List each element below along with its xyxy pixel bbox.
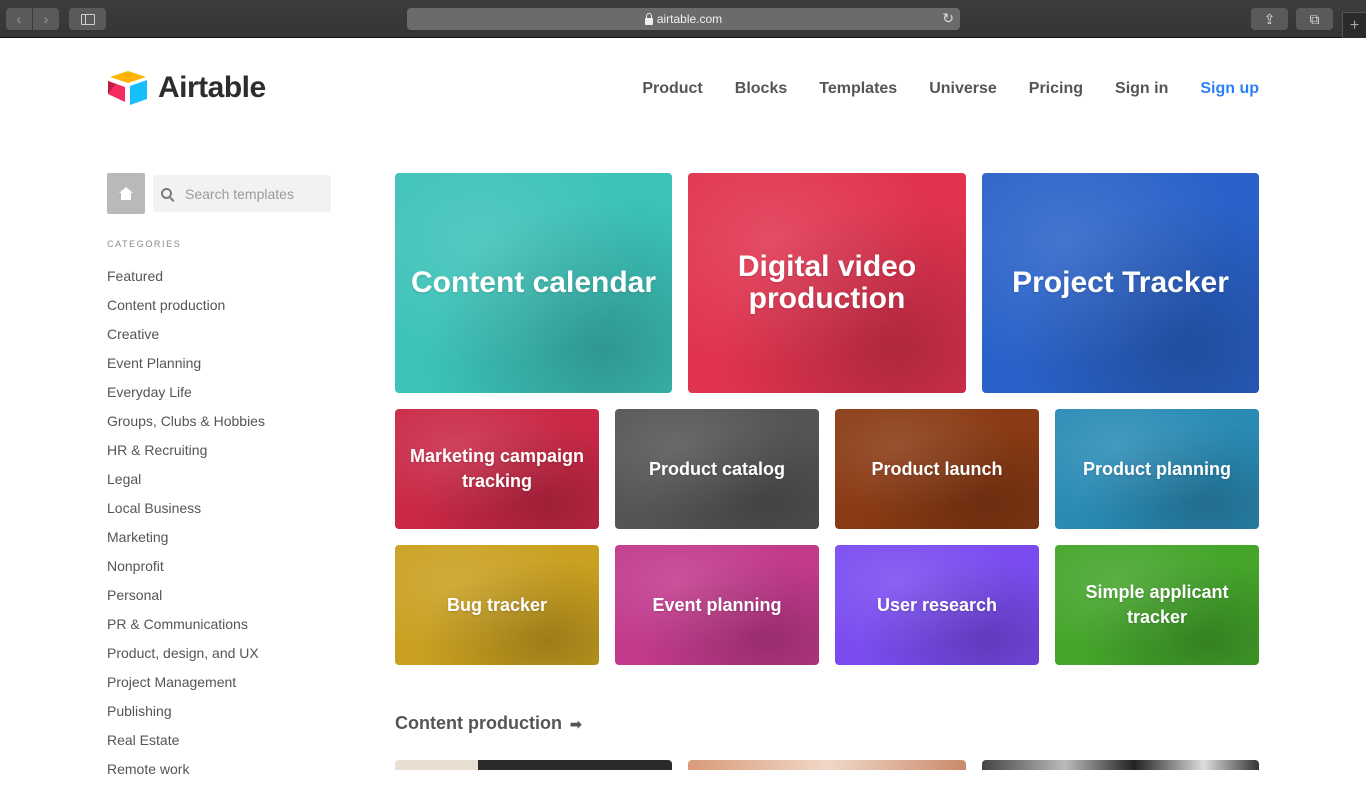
template-card-product-planning[interactable]: Product planning bbox=[1055, 409, 1259, 529]
template-card-product-catalog[interactable]: Product catalog bbox=[615, 409, 819, 529]
home-button[interactable] bbox=[107, 173, 145, 214]
template-card-preview[interactable] bbox=[395, 760, 672, 770]
reload-icon[interactable]: ↻ bbox=[942, 10, 954, 27]
airtable-logo-icon bbox=[108, 71, 147, 105]
nav-sign-up[interactable]: Sign up bbox=[1200, 80, 1259, 98]
template-card-title: Content calendar bbox=[410, 266, 657, 299]
template-card-title: Project Tracker bbox=[1012, 266, 1229, 299]
template-card-title: Product planning bbox=[1083, 458, 1231, 479]
category-personal[interactable]: Personal bbox=[107, 585, 265, 614]
sidebar-icon bbox=[80, 13, 95, 25]
template-card-user-research[interactable]: User research bbox=[835, 545, 1039, 665]
airtable-logo[interactable]: Airtable bbox=[107, 70, 266, 106]
template-card-product-launch[interactable]: Product launch bbox=[835, 409, 1039, 529]
category-hr-recruiting[interactable]: HR & Recruiting bbox=[107, 440, 265, 469]
plus-icon: + bbox=[1349, 16, 1360, 34]
template-card-marketing-campaign-tracking[interactable]: Marketing campaign tracking bbox=[395, 409, 599, 529]
home-icon bbox=[119, 187, 133, 200]
share-icon: ⇪ bbox=[1263, 10, 1276, 27]
category-everyday-life[interactable]: Everyday Life bbox=[107, 382, 265, 411]
category-list: Featured Content production Creative Eve… bbox=[107, 266, 265, 788]
category-nonprofit[interactable]: Nonprofit bbox=[107, 556, 265, 585]
template-card-title: Event planning bbox=[652, 594, 782, 615]
template-card-title: Marketing campaign tracking bbox=[409, 446, 585, 491]
category-remote-work[interactable]: Remote work bbox=[107, 759, 265, 788]
nav-universe[interactable]: Universe bbox=[929, 80, 997, 98]
chevron-right-icon: › bbox=[43, 11, 49, 27]
lock-icon bbox=[644, 12, 653, 25]
section-title: Content production bbox=[395, 713, 562, 733]
search-input[interactable] bbox=[185, 185, 315, 202]
category-featured[interactable]: Featured bbox=[107, 266, 265, 295]
category-groups-clubs-hobbies[interactable]: Groups, Clubs & Hobbies bbox=[107, 411, 265, 440]
tabs-icon: ⧉ bbox=[1309, 10, 1320, 27]
share-button[interactable]: ⇪ bbox=[1251, 8, 1288, 30]
nav-sign-in[interactable]: Sign in bbox=[1115, 80, 1168, 98]
forward-button[interactable]: › bbox=[33, 8, 59, 30]
sidebar-toggle-button[interactable] bbox=[69, 8, 106, 30]
template-card-event-planning[interactable]: Event planning bbox=[615, 545, 819, 665]
template-card-title: Digital video production bbox=[737, 250, 917, 315]
template-card-project-tracker[interactable]: Project Tracker bbox=[982, 173, 1259, 393]
nav-blocks[interactable]: Blocks bbox=[735, 80, 787, 98]
top-navigation: Product Blocks Templates Universe Pricin… bbox=[610, 80, 1259, 98]
category-marketing[interactable]: Marketing bbox=[107, 527, 265, 556]
template-card-title: User research bbox=[876, 594, 998, 615]
search-icon bbox=[161, 188, 172, 199]
template-card-simple-applicant-tracker[interactable]: Simple applicant tracker bbox=[1055, 545, 1259, 665]
url-text: airtable.com bbox=[656, 12, 723, 26]
back-button[interactable]: ‹ bbox=[6, 8, 32, 30]
template-card-preview[interactable] bbox=[688, 760, 966, 770]
category-product-design-ux[interactable]: Product, design, and UX bbox=[107, 643, 265, 672]
nav-product[interactable]: Product bbox=[642, 80, 702, 98]
categories-heading: CATEGORIES bbox=[107, 239, 182, 249]
template-card-bug-tracker[interactable]: Bug tracker bbox=[395, 545, 599, 665]
new-tab-button[interactable]: + bbox=[1342, 12, 1366, 38]
category-pr-communications[interactable]: PR & Communications bbox=[107, 614, 265, 643]
category-creative[interactable]: Creative bbox=[107, 324, 265, 353]
template-card-title: Simple applicant tracker bbox=[1085, 582, 1229, 627]
template-card-title: Product launch bbox=[871, 458, 1003, 479]
template-card-title: Bug tracker bbox=[446, 594, 548, 615]
nav-templates[interactable]: Templates bbox=[819, 80, 897, 98]
category-event-planning[interactable]: Event Planning bbox=[107, 353, 265, 382]
category-real-estate[interactable]: Real Estate bbox=[107, 730, 265, 759]
logo-text: Airtable bbox=[158, 71, 266, 104]
show-tabs-button[interactable]: ⧉ bbox=[1296, 8, 1333, 30]
template-card-title: Product catalog bbox=[648, 458, 786, 479]
category-project-management[interactable]: Project Management bbox=[107, 672, 265, 701]
template-card-digital-video-production[interactable]: Digital video production bbox=[688, 173, 966, 393]
browser-toolbar: ‹ › airtable.com ↻ ⇪ ⧉ + bbox=[0, 0, 1366, 38]
category-content-production[interactable]: Content production bbox=[107, 295, 265, 324]
category-publishing[interactable]: Publishing bbox=[107, 701, 265, 730]
category-legal[interactable]: Legal bbox=[107, 469, 265, 498]
address-bar[interactable]: airtable.com ↻ bbox=[407, 8, 960, 30]
search-box[interactable] bbox=[153, 175, 331, 212]
arrow-right-icon: ➡ bbox=[569, 716, 582, 732]
section-heading-content-production[interactable]: Content production ➡ bbox=[395, 713, 582, 734]
nav-pricing[interactable]: Pricing bbox=[1029, 80, 1083, 98]
template-card-preview[interactable] bbox=[982, 760, 1259, 770]
template-card-content-calendar[interactable]: Content calendar bbox=[395, 173, 672, 393]
category-local-business[interactable]: Local Business bbox=[107, 498, 265, 527]
chevron-left-icon: ‹ bbox=[16, 11, 22, 27]
